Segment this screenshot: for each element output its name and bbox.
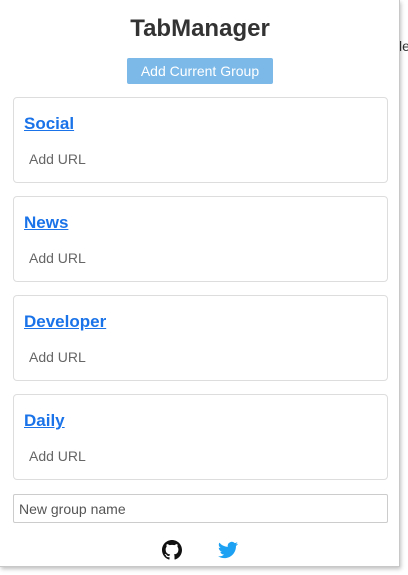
group-card-news: News Add URL [13,196,388,282]
extension-popup: TabManager Add Current Group Social Add … [0,0,400,567]
background-page-text: le [399,38,408,54]
github-icon[interactable] [162,540,182,560]
group-title-link[interactable]: Developer [24,312,106,332]
group-card-developer: Developer Add URL [13,295,388,381]
add-url-field[interactable]: Add URL [29,349,86,365]
new-group-name-input[interactable] [13,494,388,523]
group-title-link[interactable]: Daily [24,411,65,431]
add-url-field[interactable]: Add URL [29,250,86,266]
group-card-daily: Daily Add URL [13,394,388,480]
add-url-field[interactable]: Add URL [29,151,86,167]
add-current-group-button[interactable]: Add Current Group [127,58,273,84]
add-url-field[interactable]: Add URL [29,448,86,464]
group-card-social: Social Add URL [13,97,388,183]
group-title-link[interactable]: News [24,213,68,233]
twitter-icon[interactable] [218,540,238,560]
github-icon-graphic [162,540,182,560]
group-title-link[interactable]: Social [24,114,74,134]
twitter-icon-graphic [218,541,238,559]
app-title: TabManager [130,15,270,42]
